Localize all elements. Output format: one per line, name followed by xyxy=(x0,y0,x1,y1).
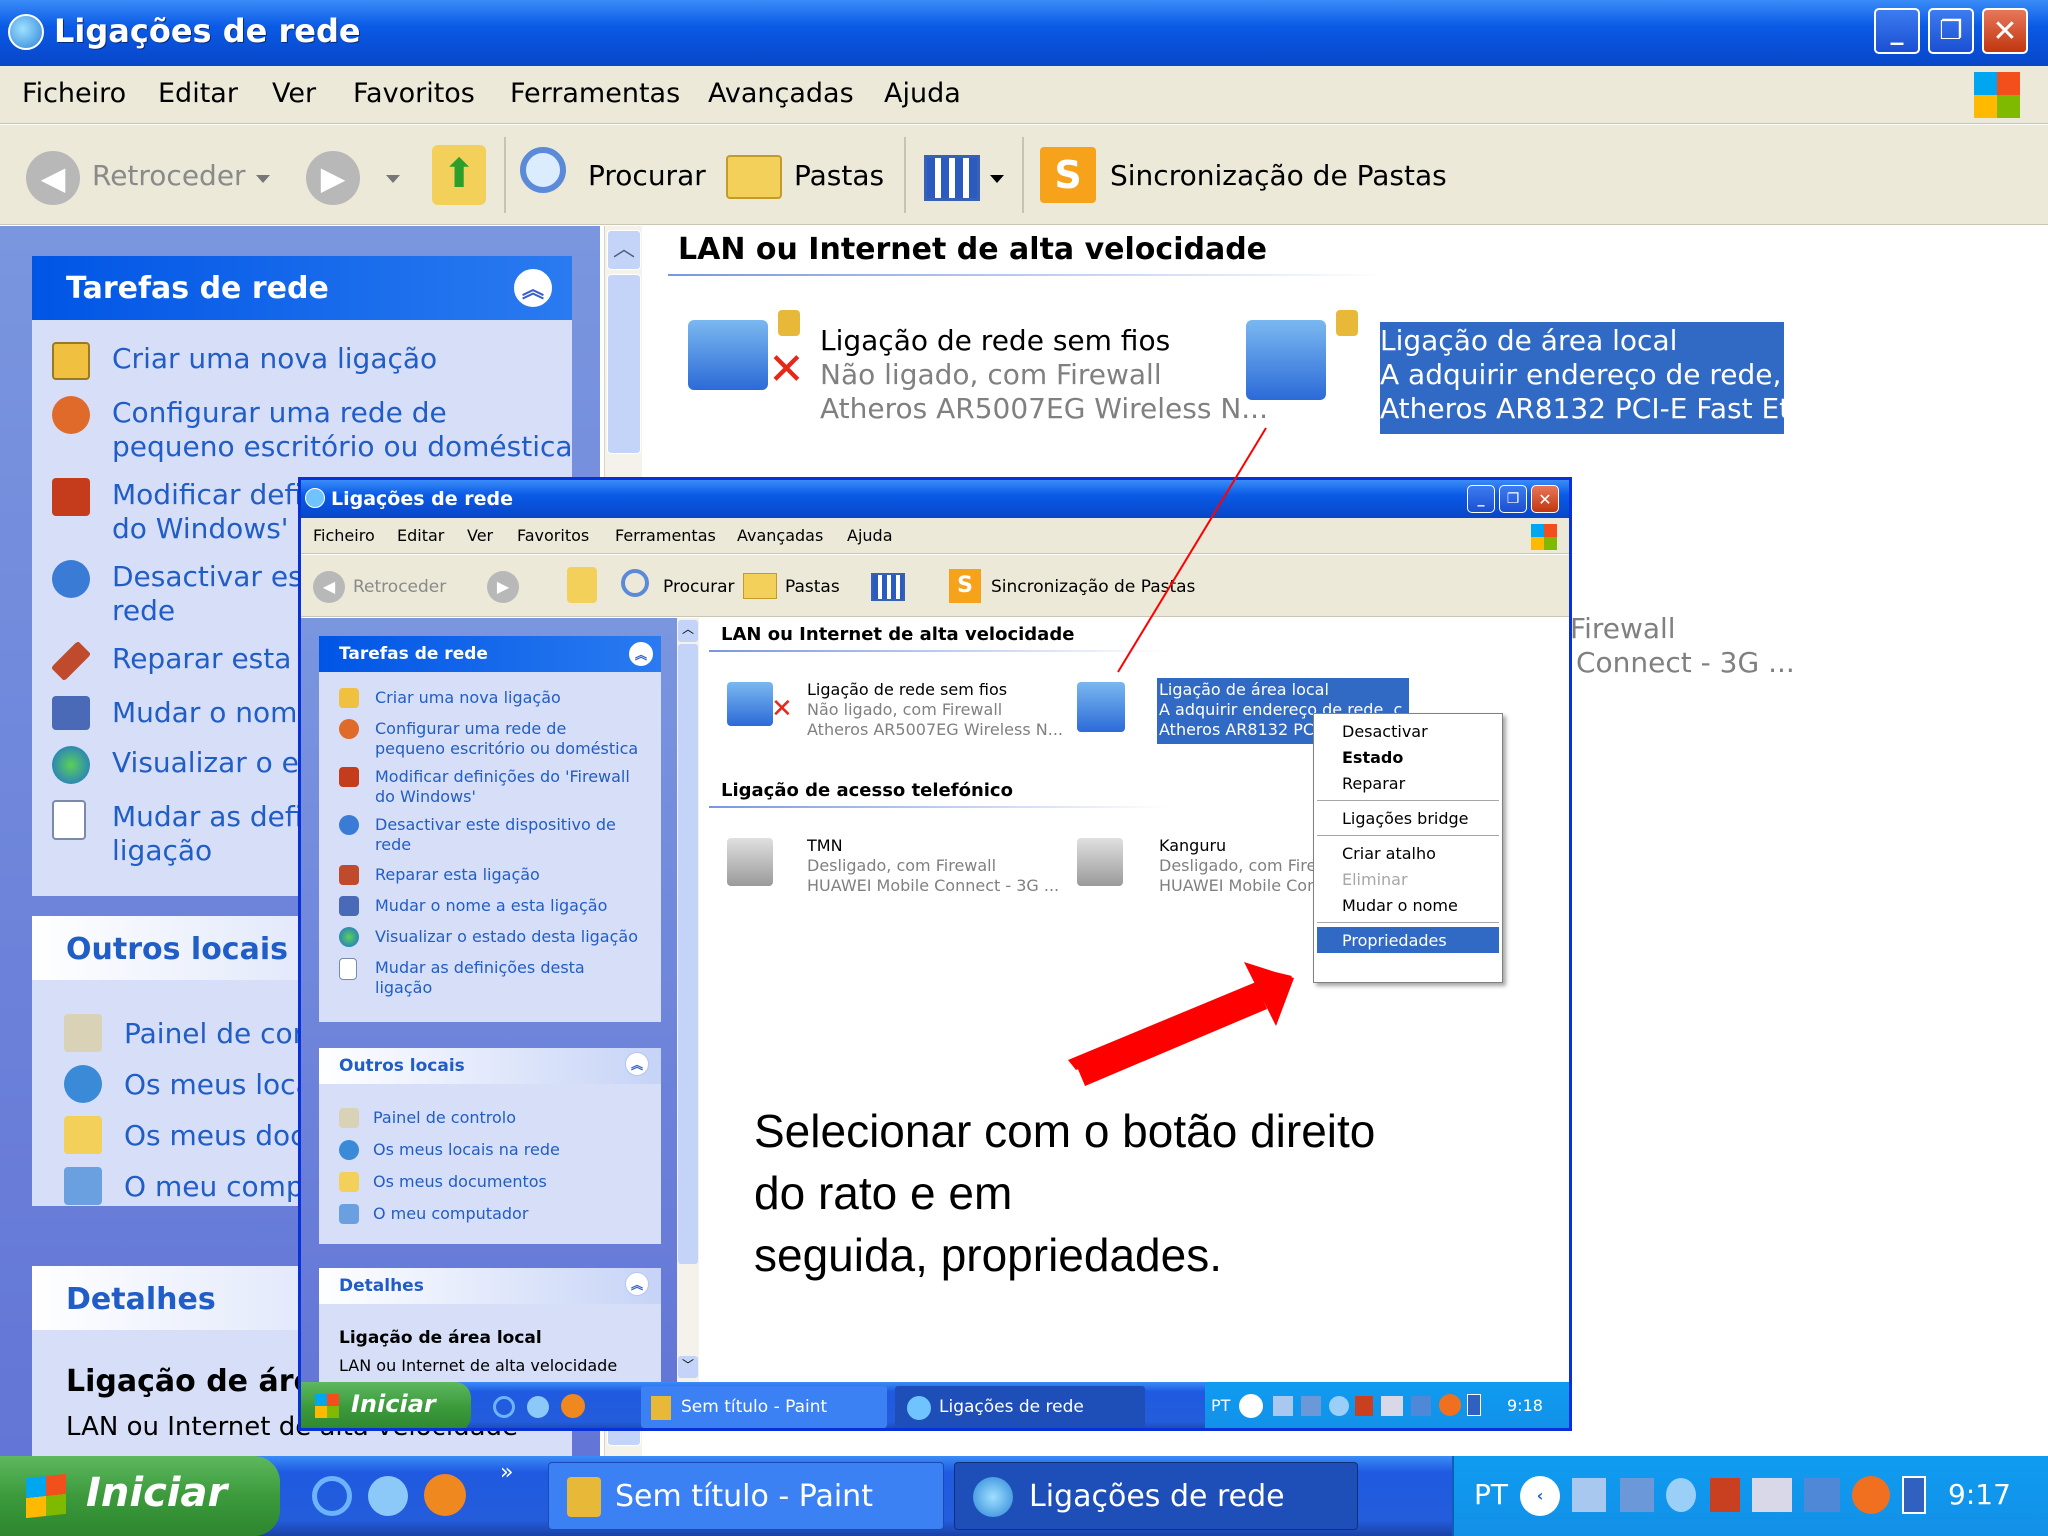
annotation-line-3: seguida, propriedades. xyxy=(754,1229,1222,1281)
annotation-line-2: do rato e em xyxy=(754,1167,1013,1219)
annotation-line-1: Selecionar com o botão direito xyxy=(754,1105,1376,1157)
red-arrow-body xyxy=(1074,985,1268,1086)
pointer-line xyxy=(1117,427,1267,673)
annotation-text: Selecionar com o botão direito do rato e… xyxy=(754,1100,1375,1286)
annotation-arrows xyxy=(1068,427,1294,1086)
